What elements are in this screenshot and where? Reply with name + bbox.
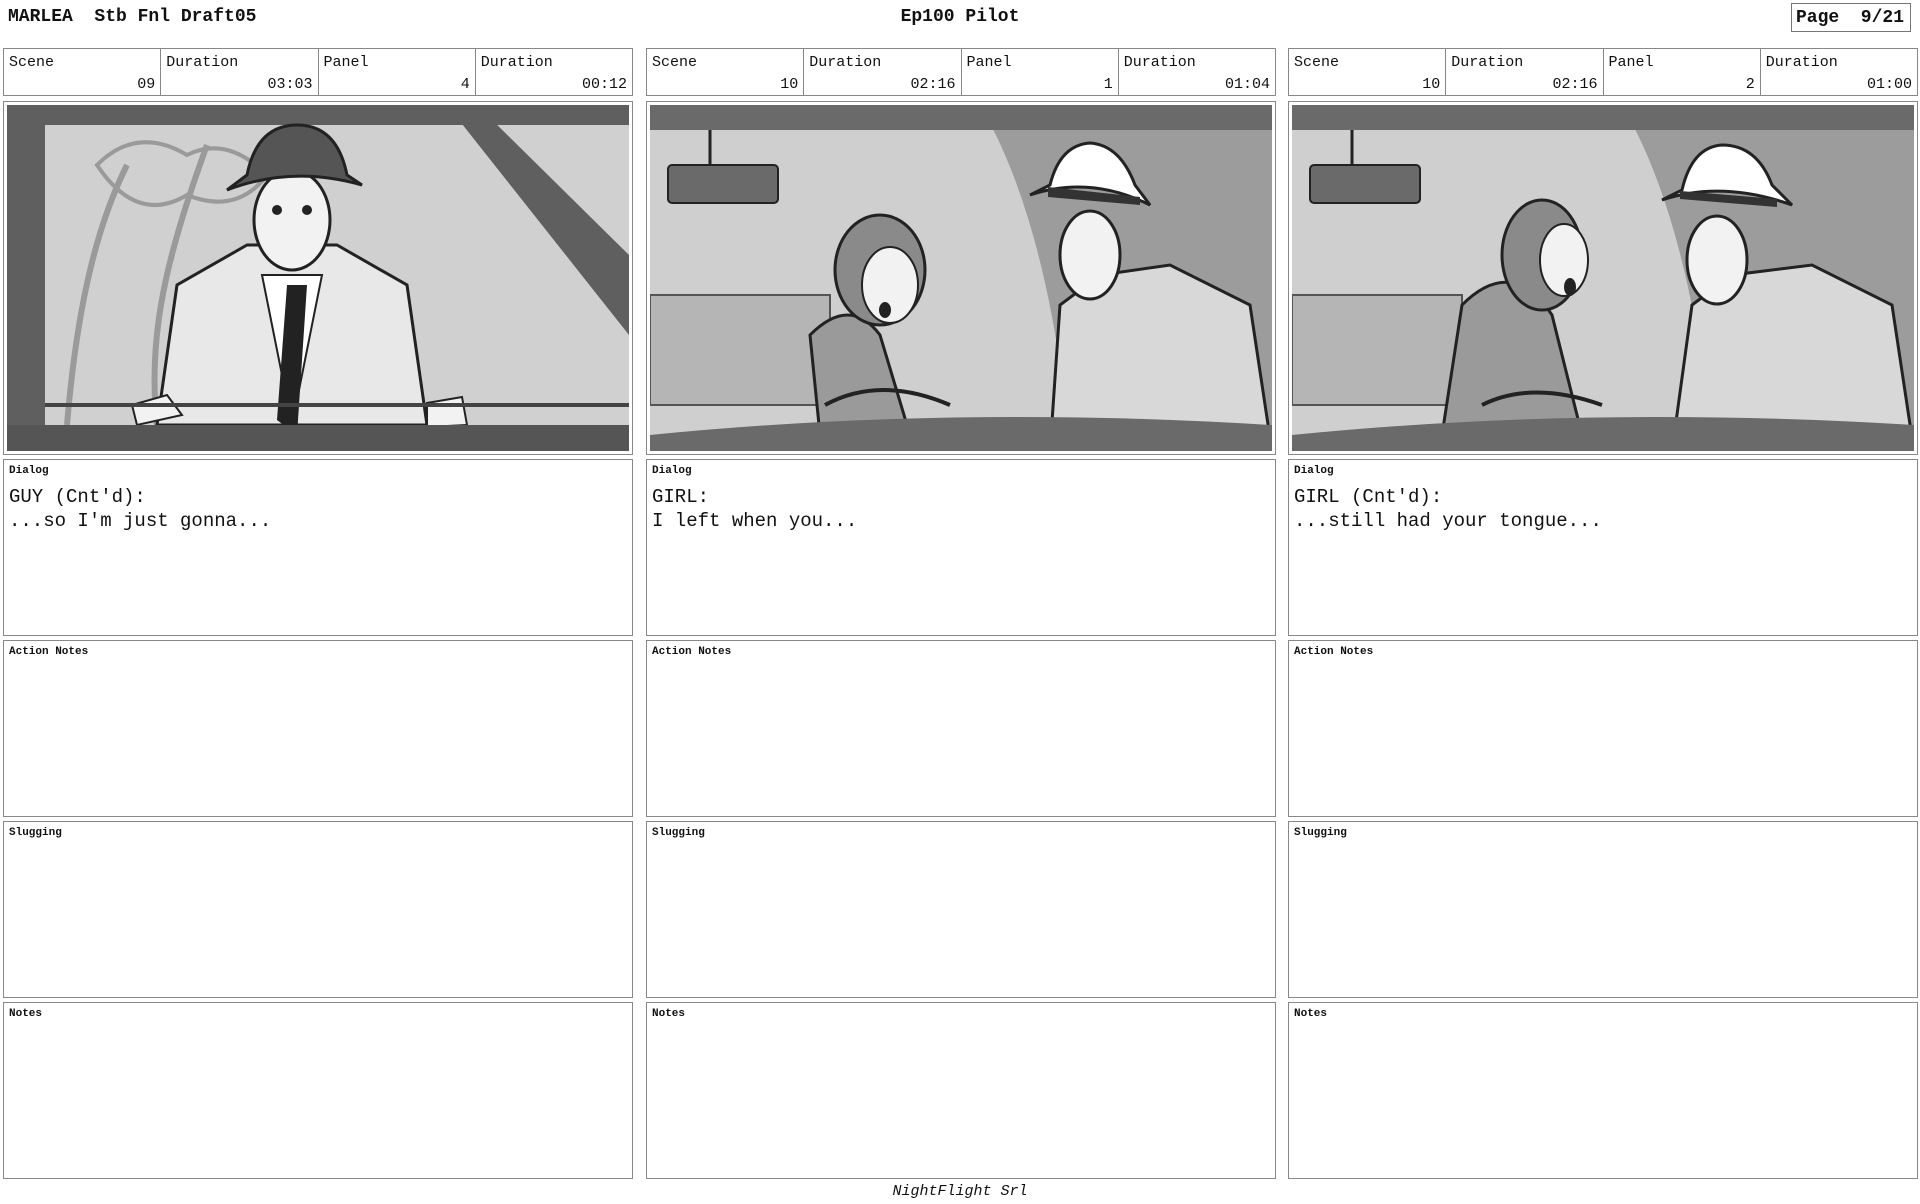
dialog-speaker: GUY (Cnt'd): (9, 486, 146, 508)
sketch-girl-driving-man-leaning (650, 105, 1272, 451)
duration-value: 02:16 (910, 76, 956, 93)
dialog-line: ...so I'm just gonna... (9, 510, 272, 532)
notes-label: Notes (1294, 1008, 1328, 1020)
notes-label: Notes (652, 1008, 686, 1020)
duration-label: Duration (809, 54, 882, 71)
scene-value: 09 (137, 76, 156, 93)
panel-drawing (3, 101, 633, 455)
dialog-label: Dialog (1294, 465, 1334, 477)
panel-duration-value: 01:00 (1866, 76, 1912, 93)
scene-label: Scene (1294, 54, 1340, 71)
notes-box: Notes (3, 1002, 633, 1179)
panel-value: 1 (1103, 76, 1113, 93)
dialog-label: Dialog (652, 465, 692, 477)
notes-box: Notes (1288, 1002, 1918, 1179)
panel-duration-label: Duration (480, 54, 553, 71)
dialog-text: GIRL: I left when you... (652, 485, 857, 533)
panel-label: Panel (966, 54, 1012, 71)
storyboard-panel-2: Scene 10 Duration 02:16 Panel 1 Duration 01:… (646, 48, 1276, 1179)
storyboard-panel-3: Scene 10 Duration 02:16 Panel 2 Duration 01:… (1288, 48, 1918, 1179)
dialog-line: ...still had your tongue... (1294, 510, 1602, 532)
panel-drawing (1288, 101, 1918, 455)
slugging-label: Slugging (1294, 827, 1347, 839)
dialog-box: Dialog GIRL (Cnt'd): ...still had your t… (1288, 459, 1918, 636)
studio-credit: NightFlight Srl (892, 1183, 1028, 1200)
dialog-box: Dialog GUY (Cnt'd): ...so I'm just gonna… (3, 459, 633, 636)
slugging-label: Slugging (652, 827, 705, 839)
dialog-box: Dialog GIRL: I left when you... (646, 459, 1276, 636)
duration-label: Duration (166, 54, 239, 71)
panel-duration-label: Duration (1123, 54, 1196, 71)
panel-duration-label: Duration (1765, 54, 1838, 71)
episode-title: Ep100 Pilot (900, 7, 1020, 27)
duration-label: Duration (1451, 54, 1524, 71)
panel-drawing (646, 101, 1276, 455)
dialog-label: Dialog (9, 465, 49, 477)
panel-value: 4 (460, 76, 470, 93)
panel-duration-value: 01:04 (1224, 76, 1270, 93)
slugging-box: Slugging (1288, 821, 1918, 998)
sketch-man-at-window (7, 105, 629, 451)
duration-value: 03:03 (267, 76, 313, 93)
notes-box: Notes (646, 1002, 1276, 1179)
slugging-box: Slugging (3, 821, 633, 998)
scene-value: 10 (780, 76, 799, 93)
duration-value: 02:16 (1552, 76, 1598, 93)
panel-info-row: Scene 10 Duration 02:16 Panel 1 Duration 01:… (646, 48, 1276, 96)
dialog-text: GUY (Cnt'd): ...so I'm just gonna... (9, 485, 271, 533)
action-notes-box: Action Notes (646, 640, 1276, 817)
dialog-text: GIRL (Cnt'd): ...still had your tongue..… (1294, 485, 1602, 533)
page-number: Page 9/21 (1791, 3, 1911, 32)
storyboard-panel-1: Scene 09 Duration 03:03 Panel 4 Duration 00:… (3, 48, 633, 1179)
slugging-label: Slugging (9, 827, 62, 839)
slugging-box: Slugging (646, 821, 1276, 998)
scene-value: 10 (1422, 76, 1441, 93)
panel-info-row: Scene 09 Duration 03:03 Panel 4 Duration 00:… (3, 48, 633, 96)
scene-label: Scene (9, 54, 55, 71)
action-notes-box: Action Notes (1288, 640, 1918, 817)
dialog-speaker: GIRL (Cnt'd): (1294, 486, 1443, 508)
action-notes-box: Action Notes (3, 640, 633, 817)
dialog-line: I left when you... (652, 510, 858, 532)
sketch-girl-and-man-in-car (1292, 105, 1914, 451)
notes-label: Notes (9, 1008, 43, 1020)
action-notes-label: Action Notes (652, 646, 732, 658)
action-notes-label: Action Notes (9, 646, 89, 658)
panel-duration-value: 00:12 (581, 76, 627, 93)
panel-value: 2 (1745, 76, 1755, 93)
action-notes-label: Action Notes (1294, 646, 1374, 658)
panel-info-row: Scene 10 Duration 02:16 Panel 2 Duration 01:… (1288, 48, 1918, 96)
dialog-speaker: GIRL: (652, 486, 710, 508)
panel-label: Panel (1608, 54, 1654, 71)
panel-label: Panel (323, 54, 369, 71)
scene-label: Scene (652, 54, 698, 71)
